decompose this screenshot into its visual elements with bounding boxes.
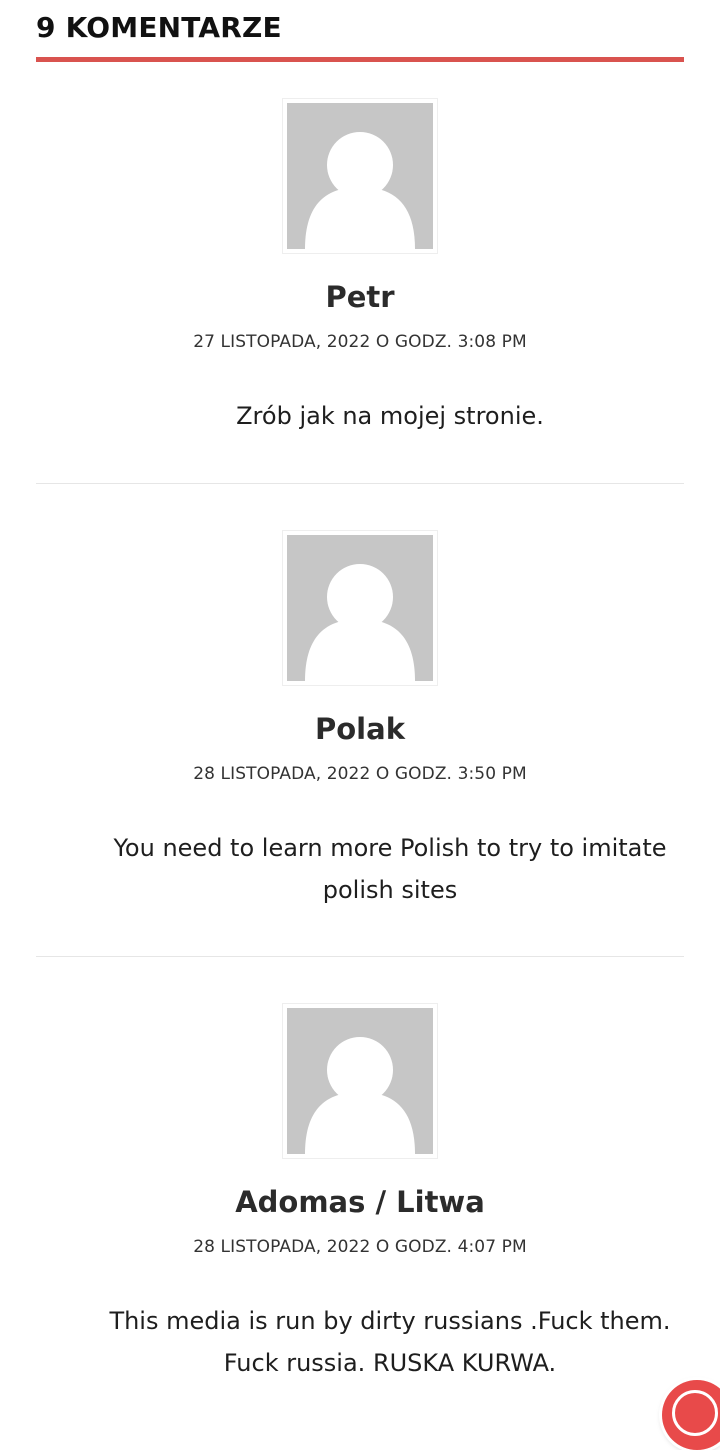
title-underline — [36, 57, 684, 62]
comment-author: Petr — [325, 280, 395, 314]
comment-date[interactable]: 28 LISTOPADA, 2022 O GODZ. 3:50 PM — [36, 762, 684, 786]
comment-text: This media is run by dirty russians .Fuc… — [109, 1307, 671, 1377]
comment-divider — [36, 483, 684, 484]
comment-item: Polak 28 LISTOPADA, 2022 O GODZ. 3:50 PM… — [36, 530, 684, 958]
avatar[interactable] — [282, 530, 438, 686]
comments-header: 9 KOMENTARZE — [36, 8, 684, 62]
comment-item: Petr 27 LISTOPADA, 2022 O GODZ. 3:08 PM … — [36, 98, 684, 484]
comment-text: Zrób jak na mojej stronie. — [236, 402, 544, 430]
comment-author: Adomas / Litwa — [235, 1185, 485, 1219]
comment-text: You need to learn more Polish to try to … — [113, 834, 667, 904]
default-user-avatar-icon — [287, 103, 433, 249]
comment-date[interactable]: 28 LISTOPADA, 2022 O GODZ. 4:07 PM — [36, 1235, 684, 1259]
default-user-avatar-icon — [287, 535, 433, 681]
comment-date[interactable]: 27 LISTOPADA, 2022 O GODZ. 3:08 PM — [36, 330, 684, 354]
default-user-avatar-icon — [287, 1008, 433, 1154]
help-lifebuoy-icon — [672, 1390, 718, 1436]
avatar[interactable] — [282, 98, 438, 254]
avatar[interactable] — [282, 1003, 438, 1159]
help-floating-button[interactable] — [662, 1380, 720, 1450]
comment-divider — [36, 956, 684, 957]
comment-item: Adomas / Litwa 28 LISTOPADA, 2022 O GODZ… — [36, 1003, 684, 1403]
comments-count-title: 9 KOMENTARZE — [36, 11, 282, 44]
comment-author: Polak — [315, 712, 405, 746]
